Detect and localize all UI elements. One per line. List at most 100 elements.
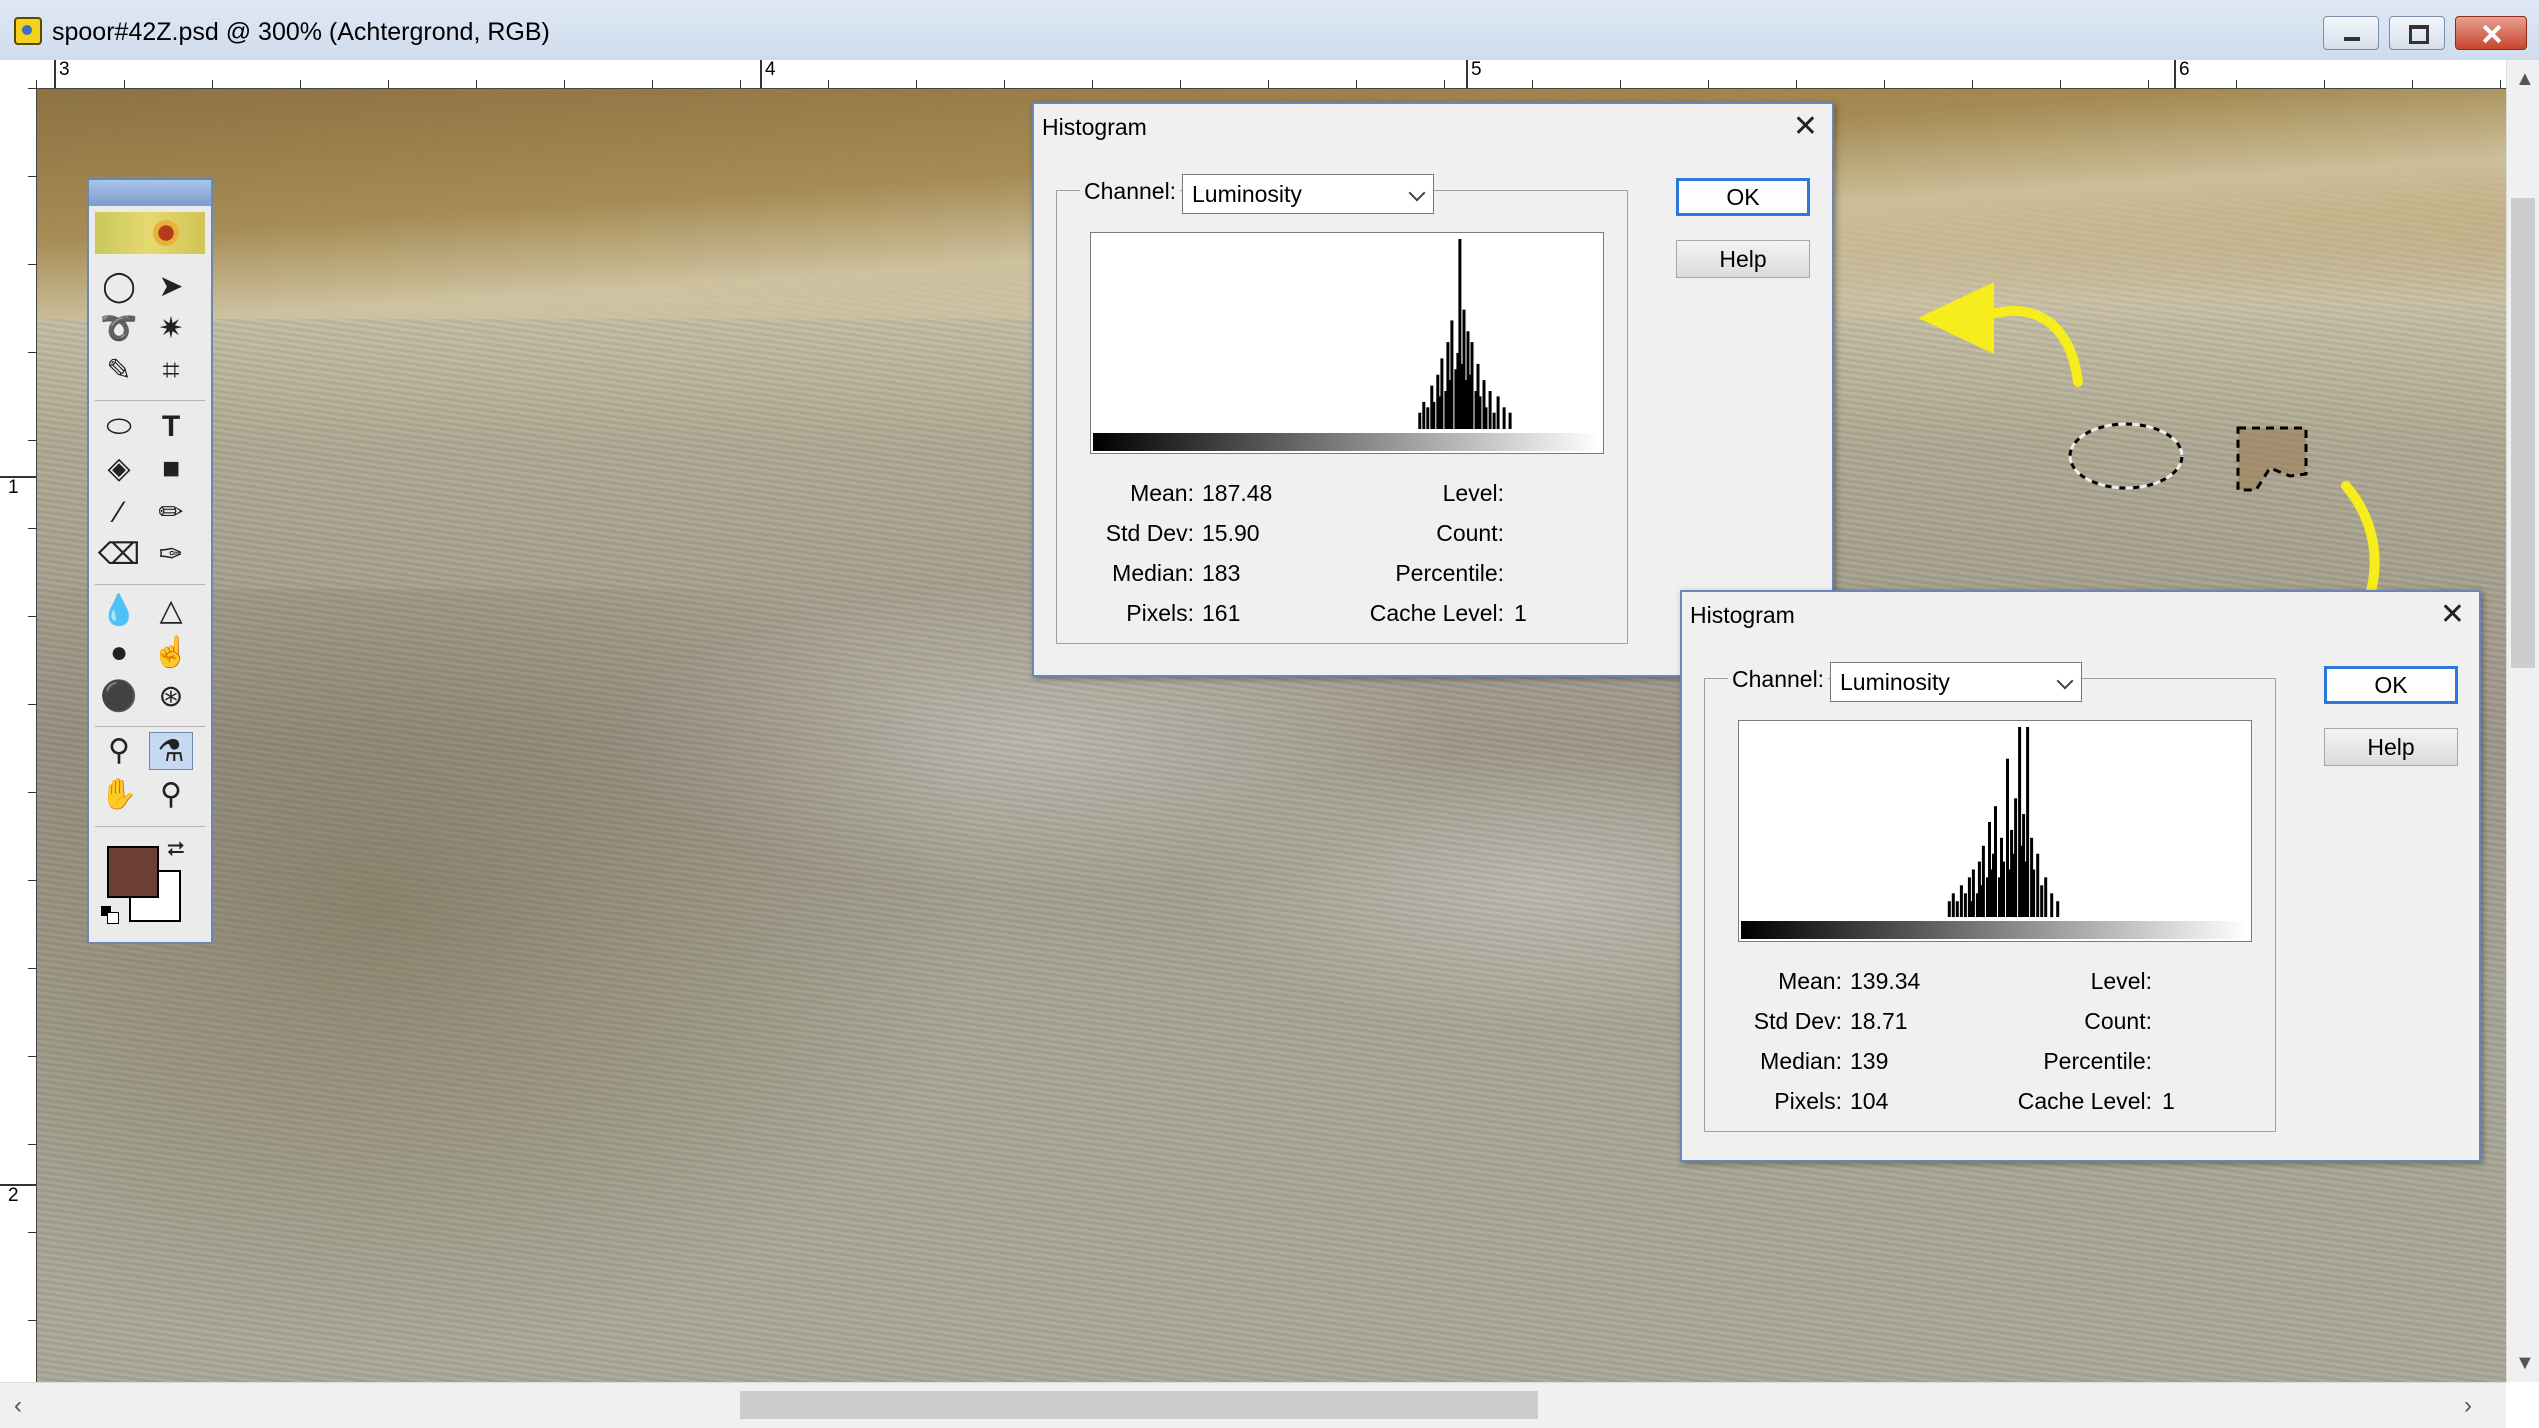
histogram-bar: [1947, 901, 1951, 917]
burn-icon[interactable]: ⚫: [97, 678, 141, 716]
foreground-color-swatch[interactable]: [107, 846, 159, 898]
histogram-bar: [1440, 358, 1444, 429]
brush-icon[interactable]: ⁄: [97, 494, 141, 532]
ruler-label: 6: [2174, 60, 2190, 88]
close-window-button[interactable]: [2455, 16, 2527, 50]
histogram-bar: [2002, 861, 2005, 917]
mean-label: Mean:: [1130, 480, 1194, 506]
histogram-bar: [1508, 412, 1512, 429]
dialog-close-icon[interactable]: ✕: [1793, 110, 1818, 144]
histogram-bar: [1963, 893, 1967, 918]
histogram-graph[interactable]: [1090, 232, 1604, 454]
dialog-title: Histogram: [1690, 602, 1795, 628]
magic-wand-icon[interactable]: ✷: [149, 310, 193, 348]
zoom-icon[interactable]: ⚲: [149, 776, 193, 814]
airbrush-icon[interactable]: ✎: [97, 352, 141, 390]
histogram-bar: [1492, 412, 1496, 429]
ruler-origin[interactable]: [0, 60, 37, 89]
chevron-down-icon: [1408, 184, 1426, 202]
help-button[interactable]: Help: [2324, 728, 2458, 766]
tools-palette-title-bar[interactable]: [89, 180, 211, 206]
horizontal-scrollbar[interactable]: ‹ ›: [0, 1382, 2506, 1428]
photoshop-app-icon[interactable]: [14, 17, 42, 45]
scroll-up-icon[interactable]: ▲: [2515, 68, 2535, 91]
histogram-bar: [1994, 806, 1997, 917]
pixels-value: 161: [1202, 600, 1241, 626]
lasso-icon[interactable]: ➰: [97, 310, 141, 348]
eraser-icon[interactable]: ⌫: [97, 536, 141, 574]
histogram-bar: [1450, 320, 1454, 429]
median-label: Median:: [1112, 560, 1194, 586]
level-label: Level:: [2090, 968, 2152, 994]
ruler-label: 3: [54, 60, 70, 88]
histogram-graph[interactable]: [1738, 720, 2252, 942]
minimize-button[interactable]: [2323, 16, 2379, 50]
horizontal-scroll-thumb[interactable]: [740, 1391, 1538, 1419]
ok-button[interactable]: OK: [1676, 178, 1810, 216]
ruler-label: 5: [1466, 60, 1482, 88]
ruler-label: 2: [0, 1184, 36, 1206]
help-button[interactable]: Help: [1676, 240, 1810, 278]
sharpen-icon[interactable]: △: [149, 592, 193, 630]
histogram-bar: [2032, 869, 2036, 917]
histogram-bar: [2040, 885, 2044, 917]
swap-colors-icon[interactable]: ⮂: [167, 838, 185, 860]
scroll-right-icon[interactable]: ›: [2464, 1392, 2472, 1420]
history-brush-icon[interactable]: ✑: [149, 536, 193, 574]
gradient-icon[interactable]: ■: [149, 450, 193, 488]
count-label: Count:: [1436, 520, 1504, 546]
dialog-close-icon[interactable]: ✕: [2440, 598, 2465, 632]
paint-bucket-icon[interactable]: ◈: [97, 450, 141, 488]
move-icon[interactable]: ➤: [149, 268, 193, 306]
eyedropper-icon[interactable]: ⚗: [149, 732, 193, 770]
elliptical-marquee-icon[interactable]: ◯: [97, 268, 141, 306]
mean-label: Mean:: [1778, 968, 1842, 994]
horizontal-ruler[interactable]: [36, 60, 2506, 89]
histogram-bar: [1981, 845, 1985, 918]
median-value: 139: [1850, 1048, 1889, 1074]
level-label: Level:: [1442, 480, 1504, 506]
histogram-bar: [2050, 893, 2054, 918]
maximize-button[interactable]: [2389, 16, 2445, 50]
channel-select[interactable]: Luminosity: [1182, 174, 1434, 214]
window-title: spoor#42Z.psd @ 300% (Achtergrond, RGB): [52, 18, 550, 46]
histogram-bar: [1955, 901, 1959, 917]
hand-icon[interactable]: ✋: [97, 776, 141, 814]
blur-icon[interactable]: 💧: [97, 592, 141, 630]
tools-separator: [95, 826, 205, 827]
tools-separator: [95, 584, 205, 585]
scroll-down-icon[interactable]: ▼: [2515, 1352, 2535, 1375]
pixels-label: Pixels:: [1126, 600, 1194, 626]
std-dev-label: Std Dev:: [1753, 1008, 1842, 1034]
percentile-label: Percentile:: [2043, 1048, 2152, 1074]
median-value: 183: [1202, 560, 1241, 586]
channel-select[interactable]: Luminosity: [1830, 662, 2082, 702]
histogram-bar: [2056, 901, 2060, 917]
pixels-value: 104: [1850, 1088, 1889, 1114]
histogram-plot: [1947, 727, 2060, 918]
type-icon[interactable]: T: [149, 408, 193, 446]
path-selection-icon[interactable]: ⬭: [97, 408, 141, 446]
vertical-scrollbar[interactable]: ▲ ▼: [2506, 60, 2539, 1382]
histogram-bar: [2036, 853, 2040, 917]
default-colors-icon[interactable]: [101, 906, 119, 924]
crop-icon[interactable]: ⌗: [149, 352, 193, 390]
clone-stamp-icon[interactable]: ⚲: [97, 732, 141, 770]
smudge-icon[interactable]: ☝: [149, 634, 193, 672]
adobe-online-banner-icon[interactable]: [95, 212, 205, 254]
pixels-label: Pixels:: [1774, 1088, 1842, 1114]
histogram-bar: [1422, 401, 1426, 429]
dodge-icon[interactable]: ●: [97, 634, 141, 672]
sponge-icon[interactable]: ⊛: [149, 678, 193, 716]
mean-value: 139.34: [1850, 968, 1921, 994]
ruler-label: 4: [760, 60, 776, 88]
dialog-title: Histogram: [1042, 114, 1147, 140]
histogram-bar: [1971, 869, 1975, 917]
histogram-plot: [1418, 239, 1512, 429]
vertical-scroll-thumb[interactable]: [2511, 198, 2535, 668]
scroll-left-icon[interactable]: ‹: [14, 1392, 22, 1420]
ok-button[interactable]: OK: [2324, 666, 2458, 704]
tools-separator: [95, 400, 205, 401]
histogram-bar: [1478, 396, 1482, 429]
pencil-icon[interactable]: ✏: [149, 494, 193, 532]
